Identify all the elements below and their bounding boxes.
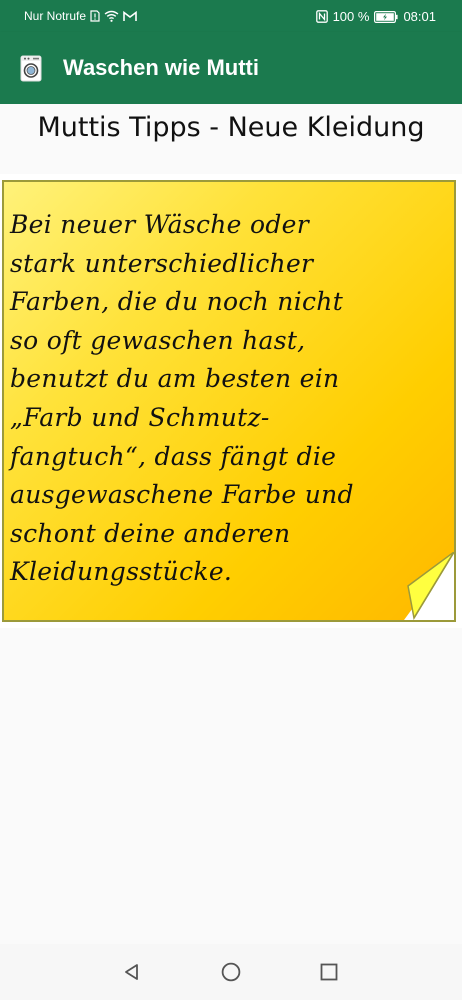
home-button[interactable] [219, 960, 243, 984]
home-icon [221, 962, 241, 982]
system-nav-bar [0, 944, 462, 1000]
back-icon [125, 964, 138, 980]
back-button[interactable] [120, 960, 144, 984]
sim-alert-icon [90, 10, 100, 22]
washing-machine-icon [20, 55, 42, 82]
status-bar: Nur Notrufe 100 % 08:01 [0, 0, 462, 32]
status-left: Nur Notrufe [24, 9, 137, 23]
page-title: Muttis Tipps - Neue Kleidung [37, 112, 425, 143]
nfc-icon [315, 10, 328, 23]
wifi-icon [104, 10, 119, 22]
battery-percent: 100 % [332, 9, 370, 24]
app-title: Waschen wie Mutti [63, 55, 259, 80]
page-curl-icon [404, 552, 454, 620]
main-content: Muttis Tipps - Neue Kleidung Bei neuer W… [0, 104, 462, 944]
tip-note-area: Bei neuer Wäsche oder stark unterschiedl… [0, 174, 462, 628]
tip-text: Bei neuer Wäsche oder stark unterschiedl… [10, 210, 354, 587]
clock: 08:01 [403, 9, 436, 24]
recents-button[interactable] [317, 960, 341, 984]
sticky-note: Bei neuer Wäsche oder stark unterschiedl… [2, 180, 456, 622]
gmail-icon [123, 10, 137, 22]
status-right: 100 % 08:01 [315, 9, 436, 24]
recents-icon [320, 963, 338, 981]
battery-icon [374, 10, 399, 23]
app-bar: Waschen wie Mutti [0, 32, 462, 104]
carrier-text: Nur Notrufe [24, 9, 87, 23]
